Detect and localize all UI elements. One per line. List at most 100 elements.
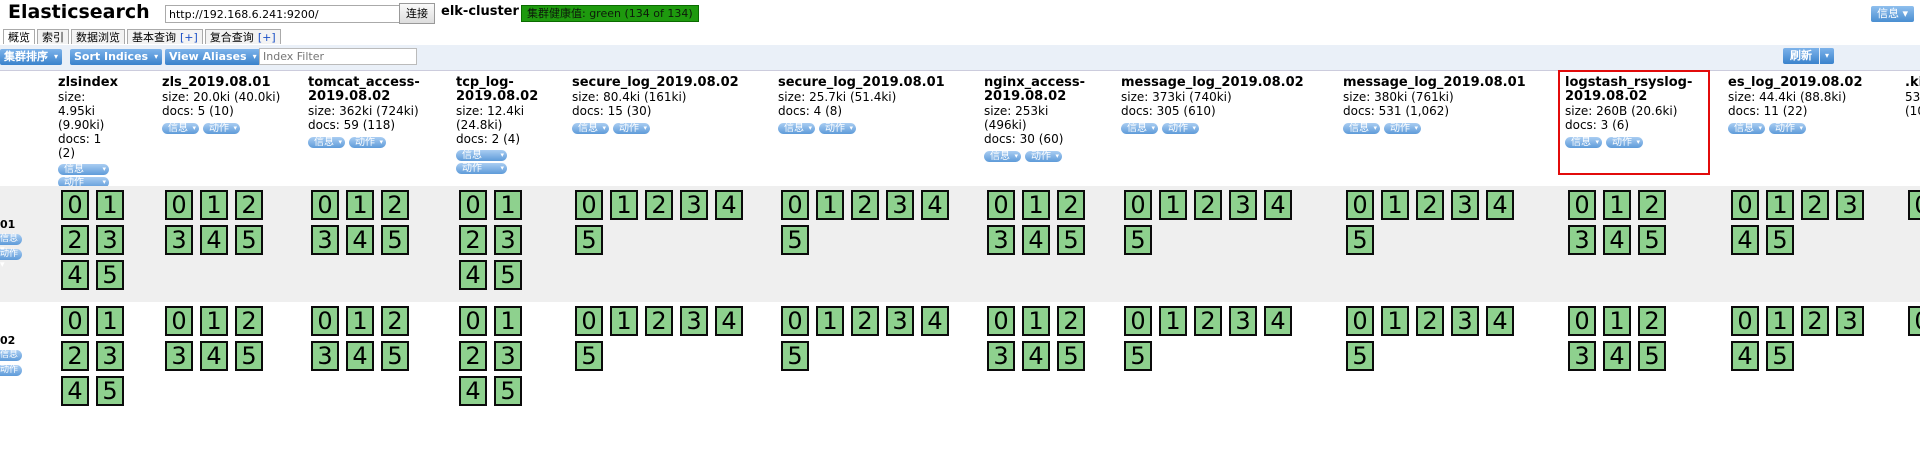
shard-box[interactable]: 5 — [1346, 341, 1374, 371]
node-info-button[interactable]: 信息 ▾ — [0, 350, 22, 371]
index-action-button[interactable]: 动作 ▾ — [349, 137, 386, 148]
shard-box[interactable]: 5 — [1124, 225, 1152, 255]
shard-box[interactable]: 1 — [816, 306, 844, 336]
index-action-button[interactable]: 动作 ▾ — [456, 163, 507, 174]
shard-box[interactable]: 5 — [381, 225, 409, 255]
shard-box[interactable]: 2 — [61, 225, 89, 255]
shard-box[interactable]: 1 — [96, 190, 124, 220]
shard-box[interactable]: 0 — [575, 306, 603, 336]
shard-box[interactable]: 5 — [235, 225, 263, 255]
shard-box[interactable]: 1 — [1603, 306, 1631, 336]
shard-box[interactable]: 4 — [346, 341, 374, 371]
shard-box[interactable]: 2 — [1057, 190, 1085, 220]
shard-box[interactable]: 4 — [921, 306, 949, 336]
shard-box[interactable]: 1 — [1022, 190, 1050, 220]
shard-box[interactable]: 5 — [781, 341, 809, 371]
shard-box[interactable]: 3 — [886, 306, 914, 336]
connect-button[interactable]: 连接 — [399, 3, 435, 24]
node-action-button[interactable]: 动作 ▾ — [0, 365, 22, 386]
shard-box[interactable]: 3 — [987, 341, 1015, 371]
shard-box[interactable]: 0 — [61, 306, 89, 336]
shard-box[interactable]: 4 — [1264, 190, 1292, 220]
shard-box[interactable]: 1 — [494, 306, 522, 336]
shard-box[interactable]: 3 — [165, 225, 193, 255]
shard-box[interactable]: 3 — [1451, 190, 1479, 220]
shard-box[interactable]: 5 — [781, 225, 809, 255]
shard-box[interactable]: 4 — [61, 376, 89, 406]
tab-2[interactable]: 数据浏览 — [71, 29, 125, 44]
shard-box[interactable]: 1 — [200, 306, 228, 336]
shard-box[interactable]: 2 — [235, 306, 263, 336]
shard-box[interactable]: 0 — [311, 306, 339, 336]
tab-0[interactable]: 概览 — [3, 29, 35, 44]
shard-box[interactable]: 2 — [1057, 306, 1085, 336]
index-info-button[interactable]: 信息 ▾ — [1343, 123, 1380, 134]
shard-box[interactable]: 2 — [459, 341, 487, 371]
refresh-dropdown-button[interactable]: ▾ — [1820, 48, 1834, 64]
index-info-button[interactable]: 信息 ▾ — [162, 123, 199, 134]
shard-box[interactable]: 2 — [645, 190, 673, 220]
shard-box[interactable]: 0 — [1124, 190, 1152, 220]
index-info-button[interactable]: 信息 ▾ — [1121, 123, 1158, 134]
shard-box[interactable]: 2 — [1194, 190, 1222, 220]
shard-box[interactable]: 0 — [781, 306, 809, 336]
shard-box[interactable]: 1 — [1766, 306, 1794, 336]
info-menu-button[interactable]: 信息 ▾ — [1870, 6, 1914, 22]
shard-box[interactable]: 3 — [1836, 306, 1864, 336]
shard-box[interactable]: 0 — [1731, 190, 1759, 220]
shard-box[interactable]: 3 — [311, 341, 339, 371]
shard-box[interactable]: 3 — [165, 341, 193, 371]
sort-indices-button[interactable]: Sort Indices ▾ — [70, 49, 163, 65]
shard-box[interactable]: 5 — [1766, 225, 1794, 255]
shard-box[interactable]: 5 — [1638, 341, 1666, 371]
shard-box[interactable]: 4 — [715, 306, 743, 336]
shard-box[interactable]: 1 — [1159, 190, 1187, 220]
tab-4[interactable]: 复合查询 [+] — [204, 29, 281, 44]
shard-box[interactable]: 5 — [494, 260, 522, 290]
tab-add-icon[interactable]: [+] — [180, 31, 198, 44]
shard-box[interactable]: 0 — [459, 306, 487, 336]
shard-box[interactable]: 4 — [459, 376, 487, 406]
shard-box[interactable]: 3 — [1229, 190, 1257, 220]
shard-box[interactable]: 2 — [1801, 190, 1829, 220]
shard-box[interactable]: 4 — [1486, 190, 1514, 220]
index-info-button[interactable]: 信息 ▾ — [1728, 123, 1765, 134]
index-action-button[interactable]: 动作 ▾ — [1384, 123, 1421, 134]
shard-box[interactable]: 4 — [1603, 225, 1631, 255]
shard-box[interactable]: 4 — [200, 341, 228, 371]
shard-box[interactable]: 1 — [1603, 190, 1631, 220]
index-info-button[interactable]: 信息 ▾ — [572, 123, 609, 134]
shard-box[interactable]: 3 — [1836, 190, 1864, 220]
shard-box[interactable]: 3 — [680, 306, 708, 336]
shard-box[interactable]: 0 — [575, 190, 603, 220]
server-url-input[interactable] — [165, 5, 402, 23]
shard-box[interactable]: 5 — [494, 376, 522, 406]
shard-box[interactable]: 0 — [781, 190, 809, 220]
tab-add-icon[interactable]: [+] — [258, 31, 276, 44]
index-info-button[interactable]: 信息 ▾ — [984, 151, 1021, 162]
shard-box[interactable]: 4 — [921, 190, 949, 220]
shard-box[interactable]: 0 — [1908, 190, 1920, 220]
shard-box[interactable]: 0 — [987, 306, 1015, 336]
index-action-button[interactable]: 动作 ▾ — [613, 123, 650, 134]
shard-box[interactable]: 4 — [715, 190, 743, 220]
shard-box[interactable]: 3 — [96, 225, 124, 255]
index-info-button[interactable]: 信息 ▾ — [456, 150, 507, 161]
tab-3[interactable]: 基本查询 [+] — [127, 29, 203, 44]
shard-box[interactable]: 3 — [96, 341, 124, 371]
shard-box[interactable]: 1 — [494, 190, 522, 220]
shard-box[interactable]: 2 — [235, 190, 263, 220]
shard-box[interactable]: 1 — [1381, 306, 1409, 336]
shard-box[interactable]: 3 — [987, 225, 1015, 255]
shard-box[interactable]: 4 — [1731, 341, 1759, 371]
index-action-button[interactable]: 动作 ▾ — [1769, 123, 1806, 134]
index-action-button[interactable]: 动作 ▾ — [1025, 151, 1062, 162]
shard-box[interactable]: 2 — [851, 306, 879, 336]
shard-box[interactable]: 2 — [61, 341, 89, 371]
shard-box[interactable]: 0 — [1346, 190, 1374, 220]
shard-box[interactable]: 3 — [1229, 306, 1257, 336]
shard-box[interactable]: 2 — [645, 306, 673, 336]
shard-box[interactable]: 4 — [1264, 306, 1292, 336]
shard-box[interactable]: 0 — [987, 190, 1015, 220]
shard-box[interactable]: 4 — [1603, 341, 1631, 371]
